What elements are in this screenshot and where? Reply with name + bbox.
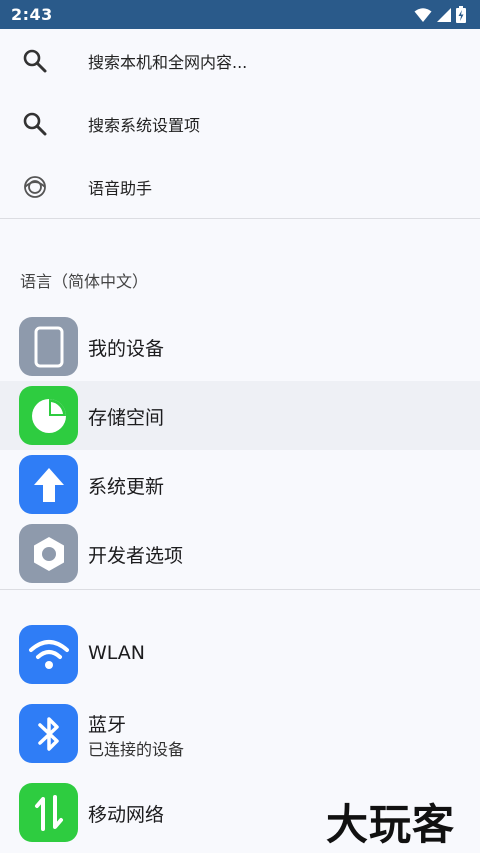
cell-signal-icon (437, 7, 451, 22)
settings-item-storage[interactable]: 存储空间 (0, 381, 480, 450)
global-search-row[interactable]: 搜索本机和全网内容... (0, 30, 480, 92)
wifi-signal-icon (414, 7, 432, 22)
search-icon (23, 49, 47, 73)
item-label: 存储空间 (88, 407, 165, 429)
item-label: 开发者选项 (88, 545, 184, 567)
settings-search-row[interactable]: 搜索系统设置项 (0, 93, 480, 155)
language-label[interactable]: 语言（简体中文） (20, 268, 148, 292)
divider (0, 218, 480, 219)
item-label: 系统更新 (88, 476, 165, 498)
mobile-data-icon (19, 783, 78, 842)
arrow-up-icon (19, 455, 78, 514)
status-time: 2:43 (11, 5, 53, 24)
wifi-icon (19, 625, 78, 684)
search-icon (23, 112, 47, 136)
voice-assistant-text: 语音助手 (88, 179, 153, 198)
settings-search-text: 搜索系统设置项 (88, 116, 201, 135)
phone-icon (19, 317, 78, 376)
item-label: 我的设备 (88, 338, 165, 360)
settings-item-wlan[interactable]: WLAN (0, 620, 480, 689)
status-icons (414, 6, 466, 23)
hexagon-icon (19, 524, 78, 583)
item-label: 蓝牙 (88, 714, 127, 736)
item-label: 移动网络 (88, 804, 165, 826)
settings-item-my-device[interactable]: 我的设备 (0, 312, 480, 381)
settings-item-developer-options[interactable]: 开发者选项 (0, 519, 480, 588)
global-search-text: 搜索本机和全网内容... (88, 53, 248, 72)
item-label: WLAN (88, 642, 146, 664)
settings-item-bluetooth[interactable]: 蓝牙 已连接的设备 (0, 699, 480, 768)
settings-item-system-update[interactable]: 系统更新 (0, 450, 480, 519)
watermark: 大玩客 (326, 800, 456, 849)
pie-chart-icon (19, 386, 78, 445)
divider (0, 589, 480, 590)
status-bar: 2:43 (0, 0, 480, 29)
voice-assistant-icon (24, 176, 46, 198)
bluetooth-icon (19, 704, 78, 763)
battery-charging-icon (456, 6, 466, 23)
item-sublabel: 已连接的设备 (88, 740, 185, 759)
voice-assistant-row[interactable]: 语音助手 (0, 156, 480, 218)
